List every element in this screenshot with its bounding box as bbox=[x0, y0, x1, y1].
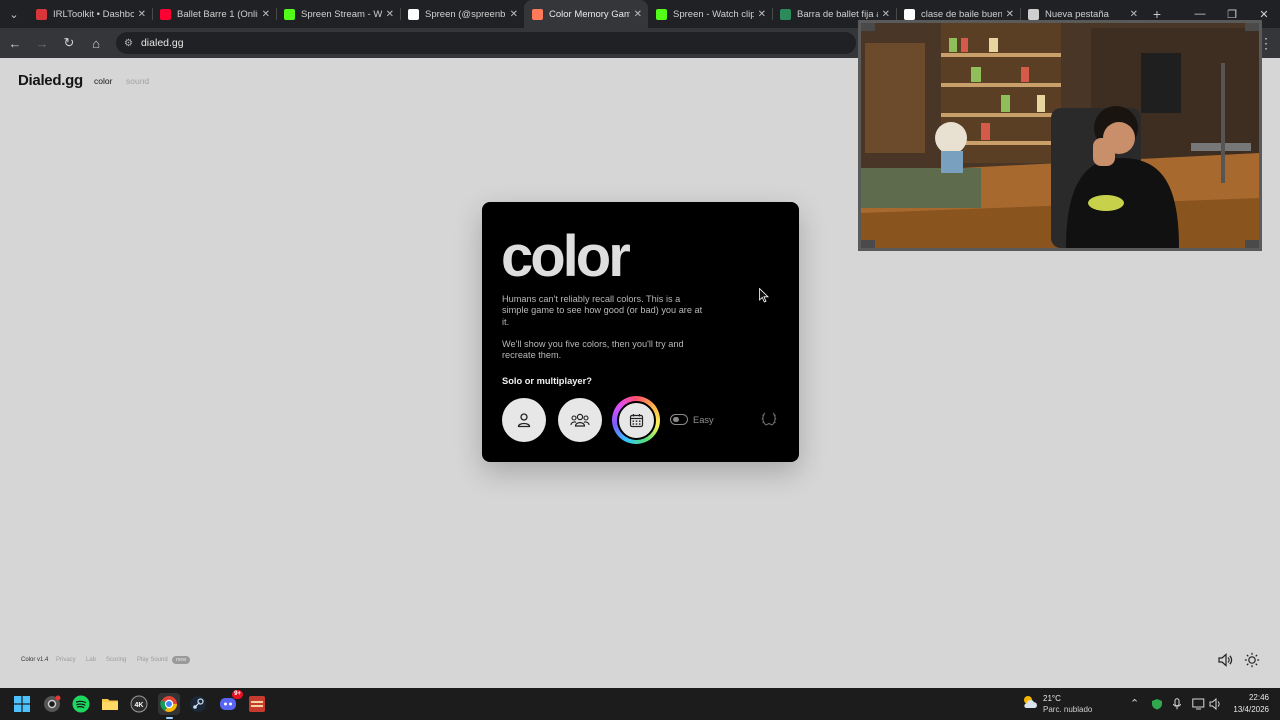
reload-button[interactable]: ↻ bbox=[57, 35, 81, 51]
address-bar[interactable]: ⚙ dialed.gg bbox=[116, 32, 856, 54]
svg-text:4K: 4K bbox=[135, 702, 144, 709]
volume-icon[interactable] bbox=[1217, 652, 1233, 668]
home-button[interactable]: ⌂ bbox=[84, 36, 108, 51]
daily-mode-button[interactable] bbox=[612, 396, 660, 444]
group-icon bbox=[570, 413, 590, 427]
tab-title: Ballet Barre 1 (Online bbox=[177, 8, 258, 20]
person-icon bbox=[517, 413, 531, 428]
game-intro-card: color Humans can't reliably recall color… bbox=[482, 202, 799, 462]
taskbar-clock-time[interactable]: 22:46 bbox=[1249, 693, 1269, 702]
footer-link-lab[interactable]: Lab bbox=[86, 657, 96, 663]
color-wheel-icon bbox=[532, 8, 543, 20]
windows-taskbar: 4K 9+ bbox=[0, 688, 1280, 720]
tab-close-icon[interactable]: ✕ bbox=[138, 9, 146, 20]
nav-link-sound[interactable]: sound bbox=[126, 76, 149, 86]
show-hidden-icons[interactable]: ⌃ bbox=[1130, 697, 1139, 710]
browser-tab[interactable]: Color Memory Game ✕ bbox=[524, 0, 648, 28]
theme-sun-icon[interactable] bbox=[1244, 652, 1260, 668]
google-icon bbox=[904, 8, 915, 20]
4k-video-icon[interactable]: 4K bbox=[128, 693, 150, 715]
webcam-corner bbox=[1245, 23, 1259, 31]
easy-mode-label[interactable]: Easy bbox=[693, 415, 714, 425]
tab-title: Spreen - Watch clips bbox=[673, 8, 754, 20]
chrome-icon[interactable] bbox=[158, 693, 180, 719]
taskbar-clock-date[interactable]: 13/4/2026 bbox=[1233, 705, 1269, 714]
url-text: dialed.gg bbox=[140, 37, 184, 49]
tab-search-button[interactable]: ⌄ bbox=[0, 0, 28, 28]
tab-close-icon[interactable]: ✕ bbox=[882, 9, 890, 20]
footer-link-play-sound[interactable]: Play Sound bbox=[137, 657, 168, 663]
weather-widget[interactable] bbox=[1021, 693, 1039, 711]
new-badge: new bbox=[172, 656, 191, 664]
webcam-corner bbox=[1245, 240, 1259, 248]
tab-close-icon[interactable]: ✕ bbox=[386, 9, 394, 20]
spotify-icon[interactable] bbox=[70, 693, 92, 715]
steam-icon[interactable] bbox=[187, 693, 209, 715]
chrome-icon bbox=[1028, 8, 1039, 20]
webcam-corner bbox=[861, 23, 875, 31]
site-info-icon[interactable]: ⚙ bbox=[124, 38, 133, 49]
calendar-icon bbox=[629, 413, 643, 427]
tab-close-icon[interactable]: ✕ bbox=[262, 9, 270, 20]
discord-notification-badge: 9+ bbox=[232, 690, 243, 699]
multiplayer-mode-button[interactable] bbox=[558, 398, 602, 442]
microphone-icon[interactable] bbox=[1172, 698, 1182, 710]
browser-tab[interactable]: IRLToolkit • Dashboard ✕ bbox=[28, 0, 152, 28]
laurel-leaderboard-icon[interactable] bbox=[760, 410, 778, 428]
tab-title: Color Memory Game bbox=[549, 8, 630, 20]
browser-tab[interactable]: Spreen Stream - Watch ✕ bbox=[276, 0, 400, 28]
footer-link-scoring[interactable]: Scoring bbox=[106, 657, 126, 663]
file-explorer-icon[interactable] bbox=[99, 693, 121, 715]
footer-version: Color v1.4 bbox=[21, 657, 49, 663]
browser-tab[interactable]: Spreen - Watch clips ✕ bbox=[648, 0, 772, 28]
speaker-icon[interactable] bbox=[1209, 698, 1222, 710]
kick-icon bbox=[656, 8, 667, 20]
tab-title: Nueva pestaña bbox=[1045, 8, 1109, 20]
tab-title: Barra de ballet fija al bbox=[797, 8, 878, 20]
youtube-icon bbox=[160, 8, 171, 20]
mode-question: Solo or multiplayer? bbox=[502, 376, 592, 386]
game-icon[interactable] bbox=[246, 693, 268, 715]
kick-icon bbox=[284, 8, 295, 20]
tab-close-icon[interactable]: ✕ bbox=[510, 9, 518, 20]
back-button[interactable]: ← bbox=[3, 36, 27, 51]
instructions-paragraph: We'll show you five colors, then you'll … bbox=[502, 339, 684, 361]
site-logo[interactable]: Dialed.gg bbox=[18, 72, 83, 89]
weather-condition: Parc. nublado bbox=[1043, 705, 1093, 714]
nav-link-color[interactable]: color bbox=[94, 76, 112, 86]
partly-cloudy-icon bbox=[1024, 696, 1037, 708]
browser-tab[interactable]: Spreen (@spreenbro) ✕ bbox=[400, 0, 524, 28]
weather-temperature: 21°C bbox=[1043, 694, 1061, 703]
webcam-overlay bbox=[858, 20, 1262, 251]
store-icon bbox=[780, 8, 791, 20]
tab-title: clase de baile bueno bbox=[921, 8, 1002, 20]
tiktok-icon bbox=[408, 8, 419, 20]
toggle-knob bbox=[673, 416, 679, 422]
card-title: color bbox=[501, 224, 631, 289]
tab-title: Spreen (@spreenbro) bbox=[425, 8, 506, 20]
webcam-corner bbox=[861, 240, 875, 248]
windows-start-icon[interactable] bbox=[11, 693, 33, 715]
mouse-cursor-icon bbox=[759, 288, 769, 303]
webcam-feed bbox=[861, 23, 1259, 248]
tab-close-icon[interactable]: ✕ bbox=[1130, 9, 1138, 20]
chrome-canary-icon[interactable] bbox=[41, 693, 63, 715]
network-icon[interactable] bbox=[1192, 698, 1205, 710]
intro-paragraph: Humans can't reliably recall colors. Thi… bbox=[502, 294, 703, 327]
discord-icon[interactable]: 9+ bbox=[217, 690, 243, 715]
security-shield-icon[interactable] bbox=[1151, 698, 1163, 710]
tab-close-icon[interactable]: ✕ bbox=[634, 9, 642, 20]
easy-mode-toggle[interactable] bbox=[670, 414, 688, 425]
tab-close-icon[interactable]: ✕ bbox=[1006, 9, 1014, 20]
tab-close-icon[interactable]: ✕ bbox=[758, 9, 766, 20]
tab-title: IRLToolkit • Dashboard bbox=[53, 8, 134, 20]
browser-tab[interactable]: Ballet Barre 1 (Online ✕ bbox=[152, 0, 276, 28]
irltoolkit-icon bbox=[36, 8, 47, 20]
forward-button[interactable]: → bbox=[30, 36, 54, 51]
solo-mode-button[interactable] bbox=[502, 398, 546, 442]
footer-link-privacy[interactable]: Privacy bbox=[56, 657, 76, 663]
tab-title: Spreen Stream - Watch bbox=[301, 8, 382, 20]
